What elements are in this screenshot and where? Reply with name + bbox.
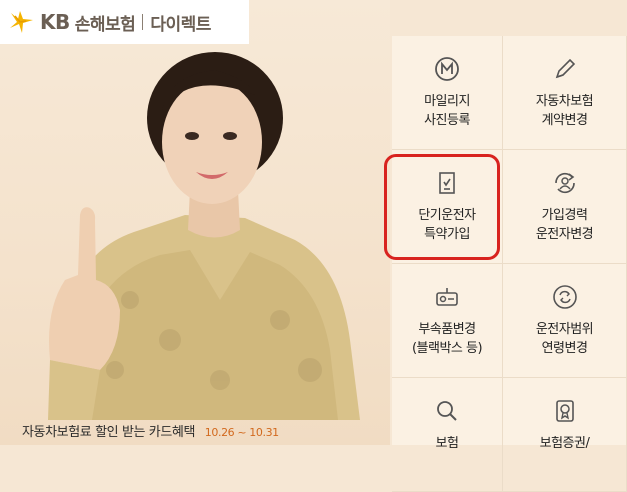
logo-divider <box>142 14 144 30</box>
checklist-document-icon <box>439 172 455 194</box>
menu-item-insurance[interactable]: 보험 <box>392 378 503 492</box>
menu-item-label: 단기운전자 특약가입 <box>418 208 476 242</box>
menu-item-label: 보험증권/ <box>539 436 590 451</box>
promo-date: 10.26 ~ 10.31 <box>204 426 279 439</box>
refresh-icon <box>552 285 577 309</box>
driver-change-icon <box>554 172 575 194</box>
model-illustration <box>48 52 360 420</box>
menu-item-contract-change[interactable]: 자동차보험 계약변경 <box>503 36 627 150</box>
menu-item-label: 가입경력 운전자변경 <box>535 208 594 242</box>
menu-item-label: 마일리지 사진등록 <box>424 94 470 128</box>
menu-item-certificate[interactable]: 보험증권/ <box>503 378 627 492</box>
menu-item-driver-history-change[interactable]: 가입경력 운전자변경 <box>503 150 627 264</box>
menu-item-accessory-change[interactable]: 부속품변경 (블랙박스 등) <box>392 264 503 378</box>
pencil-icon <box>555 58 575 79</box>
promo-text: 자동차보험료 할인 받는 카드혜택 <box>22 425 196 440</box>
logo-sub: 다이렉트 <box>150 14 211 35</box>
mileage-icon <box>435 57 459 81</box>
menu-item-label: 보험 <box>435 436 459 451</box>
kb-star-logo-icon <box>10 11 33 33</box>
quick-menu-grid: 마일리지 사진등록 자동차보험 계약변경 단기운전자 특약가입 가입경력 운전자… <box>384 36 627 492</box>
hero-banner[interactable]: KB 손해보험 다이렉트 자동차보험료 할인 받는 카드혜택 10.26 ~ 1… <box>0 0 390 445</box>
menu-item-mileage-photo[interactable]: 마일리지 사진등록 <box>392 36 503 150</box>
menu-item-driver-range-age[interactable]: 운전자범위 연령변경 <box>503 264 627 378</box>
menu-item-label: 자동차보험 계약변경 <box>535 94 594 128</box>
promo-banner-link[interactable]: 자동차보험료 할인 받는 카드혜택 10.26 ~ 10.31 <box>22 421 279 440</box>
certificate-icon <box>555 400 574 422</box>
logo-brand: KB <box>40 10 70 34</box>
dashcam-icon <box>436 288 458 306</box>
logo-name: 손해보험 <box>74 14 136 35</box>
menu-item-label: 운전자범위 연령변경 <box>535 322 594 356</box>
kb-logo[interactable]: KB 손해보험 다이렉트 <box>0 0 249 44</box>
search-icon <box>437 401 457 421</box>
menu-item-label: 부속품변경 (블랙박스 등) <box>411 322 483 356</box>
menu-item-short-term-driver[interactable]: 단기운전자 특약가입 <box>384 150 503 264</box>
